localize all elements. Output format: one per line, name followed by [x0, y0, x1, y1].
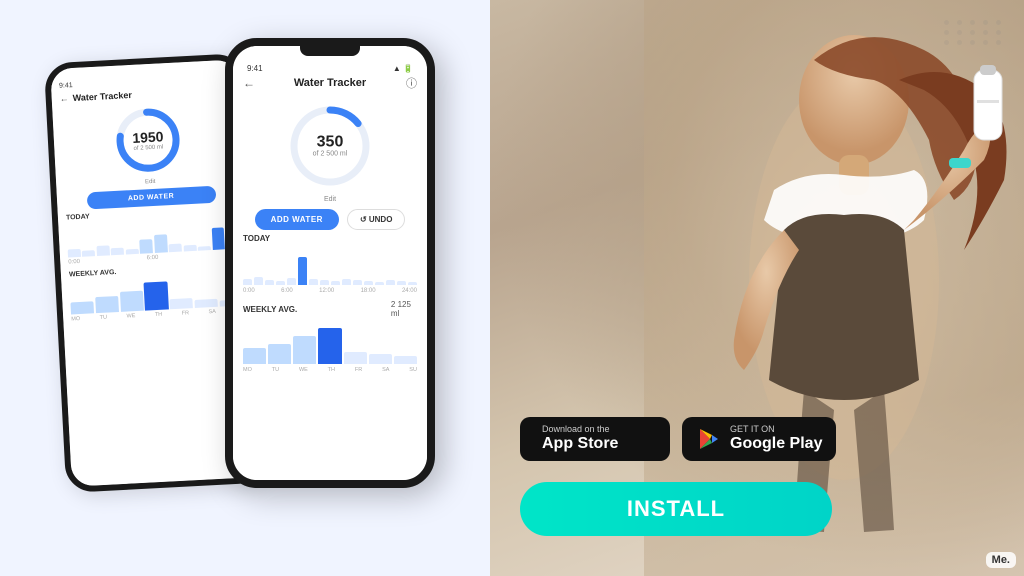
bar-item [194, 299, 218, 308]
back-add-water-button[interactable]: ADD WATER [86, 186, 216, 210]
back-water-value: 1950 [132, 128, 164, 146]
phone-screen: 9:41 ▲ 🔋 ← Water Tracker ⓘ 350 [233, 46, 427, 480]
bar-item [309, 279, 318, 285]
left-panel: 9:41 ← Water Tracker 1950 of 2 500 ml [0, 0, 490, 576]
bar-item [96, 245, 109, 256]
store-buttons-container: Download on the App Store GET IT ON Goog… [520, 417, 836, 461]
app-store-button[interactable]: Download on the App Store [520, 417, 670, 461]
bar-item [70, 301, 94, 314]
bar-item [320, 280, 329, 285]
bar-item [144, 281, 169, 310]
bar-item [170, 298, 194, 309]
back-circle-text: 1950 of 2 500 ml [132, 128, 164, 152]
bar-item [369, 354, 392, 364]
bar-item [183, 245, 196, 252]
bar-item [287, 278, 296, 285]
weekly-bar-chart [243, 322, 417, 364]
phone-header: ← Water Tracker ⓘ [243, 77, 417, 89]
bar-item [293, 336, 316, 364]
weekly-avg-value: 2 125 ml [391, 300, 417, 318]
back-screen-title: Water Tracker [72, 90, 132, 103]
water-sub-label: of 2 500 ml [313, 151, 348, 158]
phone-status-bar: 9:41 ▲ 🔋 [243, 64, 417, 73]
water-circle: 350 of 2 500 ml [285, 101, 375, 191]
bar-item [375, 282, 384, 285]
google-play-title: Google Play [730, 434, 822, 453]
action-buttons-row: ADD WATER ↺ UNDO [243, 209, 417, 230]
bar-item [243, 279, 252, 285]
bar-item [254, 277, 263, 285]
bar-item [126, 249, 139, 255]
bar-item [342, 279, 351, 285]
bar-item [82, 250, 95, 257]
phone-title: Water Tracker [294, 77, 366, 89]
bar-item [276, 281, 285, 285]
day-labels: MO TU WE TH FR SA SU [243, 367, 417, 373]
google-play-button[interactable]: GET IT ON Google Play [682, 417, 836, 461]
bar-item [408, 282, 417, 285]
add-water-button[interactable]: ADD WATER [255, 209, 339, 230]
bar-item [386, 280, 395, 285]
time-labels: 0:00 6:00 12:00 18:00 24:00 [243, 288, 417, 294]
app-store-title: App Store [542, 434, 618, 453]
today-section-label: TODAY [243, 234, 417, 243]
undo-button[interactable]: ↺ UNDO [347, 209, 405, 230]
bar-item [397, 281, 406, 285]
back-arrow-icon: ← [59, 93, 69, 103]
bar-item [331, 281, 340, 285]
circle-text: 350 of 2 500 ml [313, 135, 348, 158]
watermark: Me. [986, 552, 1016, 568]
weekly-label: WEEKLY AVG. [243, 305, 391, 314]
bar-item [68, 249, 81, 258]
app-store-subtitle: Download on the [542, 425, 610, 434]
status-time: 9:41 [247, 64, 263, 73]
phone-front: 9:41 ▲ 🔋 ← Water Tracker ⓘ 350 [225, 38, 435, 488]
info-icon: ⓘ [406, 75, 417, 91]
phone-notch [300, 46, 360, 56]
bar-item [211, 227, 225, 250]
bar-item [344, 352, 367, 364]
bar-item [353, 280, 362, 285]
bar-item [364, 281, 373, 285]
right-panel: Download on the App Store GET IT ON Goog… [490, 0, 1024, 576]
weekly-avg-row: WEEKLY AVG. 2 125 ml [243, 300, 417, 318]
phones-container: 9:41 ← Water Tracker 1950 of 2 500 ml [55, 28, 435, 548]
bar-item [154, 234, 168, 253]
bar-item [268, 344, 291, 364]
app-store-text: Download on the App Store [542, 425, 618, 453]
status-icons: ▲ 🔋 [393, 64, 413, 73]
bar-item [169, 244, 182, 253]
bar-item [95, 296, 119, 313]
bar-item [140, 239, 154, 254]
edit-button[interactable]: Edit [324, 196, 336, 203]
install-button[interactable]: INSTALL [520, 482, 832, 536]
bar-item [265, 280, 274, 285]
google-play-subtitle: GET IT ON [730, 425, 775, 434]
water-current-value: 350 [313, 135, 348, 151]
bar-item [243, 348, 266, 364]
bar-item [318, 328, 341, 364]
back-arrow-icon: ← [243, 76, 255, 90]
bar-item [111, 248, 124, 256]
bar-item [298, 257, 307, 285]
bar-item [394, 356, 417, 364]
back-circle: 1950 of 2 500 ml [111, 103, 185, 177]
bar-item [198, 246, 211, 251]
google-play-icon [696, 426, 722, 452]
google-play-text: GET IT ON Google Play [730, 425, 822, 453]
today-bar-chart [243, 247, 417, 285]
back-weekly-section: WEEKLY AVG. MO TU WE [69, 263, 243, 323]
bar-item [120, 291, 144, 312]
